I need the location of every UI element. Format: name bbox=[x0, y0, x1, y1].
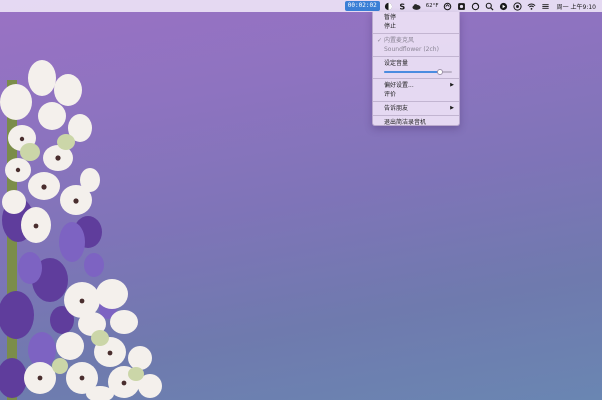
shield-icon[interactable] bbox=[457, 1, 467, 11]
menu-separator bbox=[373, 115, 459, 116]
recorder-timer[interactable]: 00:02:02 bbox=[344, 1, 380, 11]
menu-item-input-builtin-mic: ✓ 内置麦克风 bbox=[373, 36, 459, 45]
menu-item-rate[interactable]: 评价 bbox=[373, 90, 459, 99]
submenu-arrow-icon: ▶ bbox=[450, 82, 454, 88]
temperature-reading[interactable]: 62°F bbox=[426, 0, 439, 12]
cloud-icon[interactable] bbox=[412, 1, 422, 11]
menu-item-pause[interactable]: 暂停 bbox=[373, 13, 459, 22]
menu-item-volume-label: 设定音量 bbox=[384, 60, 409, 67]
recorder-icon[interactable] bbox=[384, 1, 394, 11]
sync-icon[interactable] bbox=[471, 1, 481, 11]
menu-item-stop[interactable]: 停止 bbox=[373, 22, 459, 31]
volume-slider-thumb[interactable] bbox=[436, 69, 443, 75]
menu-icon[interactable] bbox=[541, 1, 551, 11]
wifi-icon[interactable] bbox=[527, 1, 537, 11]
menu-bar: 00:02:02 S 62°F 周一 上午9:10 bbox=[0, 0, 602, 12]
checkmark-icon: ✓ bbox=[377, 37, 383, 44]
menu-item-label: 偏好设置... bbox=[384, 82, 414, 89]
volume-slider-track[interactable] bbox=[384, 69, 452, 75]
search-icon[interactable] bbox=[485, 1, 495, 11]
menu-item-label: 内置麦克风 bbox=[384, 37, 415, 44]
skype-icon[interactable]: S bbox=[398, 1, 408, 11]
menu-item-label: 告诉朋友 bbox=[384, 105, 409, 112]
menu-item-preferences[interactable]: 偏好设置... ▶ bbox=[373, 81, 459, 90]
menu-item-input-soundflower: Soundflower (2ch) bbox=[384, 46, 439, 53]
recorder-dropdown-menu: 暂停 停止 ✓ 内置麦克风 Soundflower (2ch) 设定音量 偏好设… bbox=[372, 12, 460, 126]
flower-wallpaper-image bbox=[0, 60, 162, 400]
creative-cloud-icon[interactable] bbox=[513, 1, 523, 11]
stats-icon[interactable] bbox=[443, 1, 453, 11]
menu-item-tell-friends[interactable]: 告诉朋友 ▶ bbox=[373, 104, 459, 113]
menu-item-quit[interactable]: 退出简洁录音机 bbox=[373, 118, 459, 127]
svg-text:S: S bbox=[400, 2, 406, 11]
menu-separator bbox=[373, 101, 459, 102]
play-icon[interactable] bbox=[499, 1, 509, 11]
menu-separator bbox=[373, 78, 459, 79]
menubar-clock[interactable]: 周一 上午9:10 bbox=[557, 2, 596, 11]
volume-slider-fill bbox=[384, 71, 440, 73]
volume-slider[interactable] bbox=[373, 68, 459, 76]
submenu-arrow-icon: ▶ bbox=[450, 105, 454, 111]
menu-separator bbox=[373, 33, 459, 34]
menu-separator bbox=[373, 56, 459, 57]
desktop-background bbox=[0, 0, 602, 400]
